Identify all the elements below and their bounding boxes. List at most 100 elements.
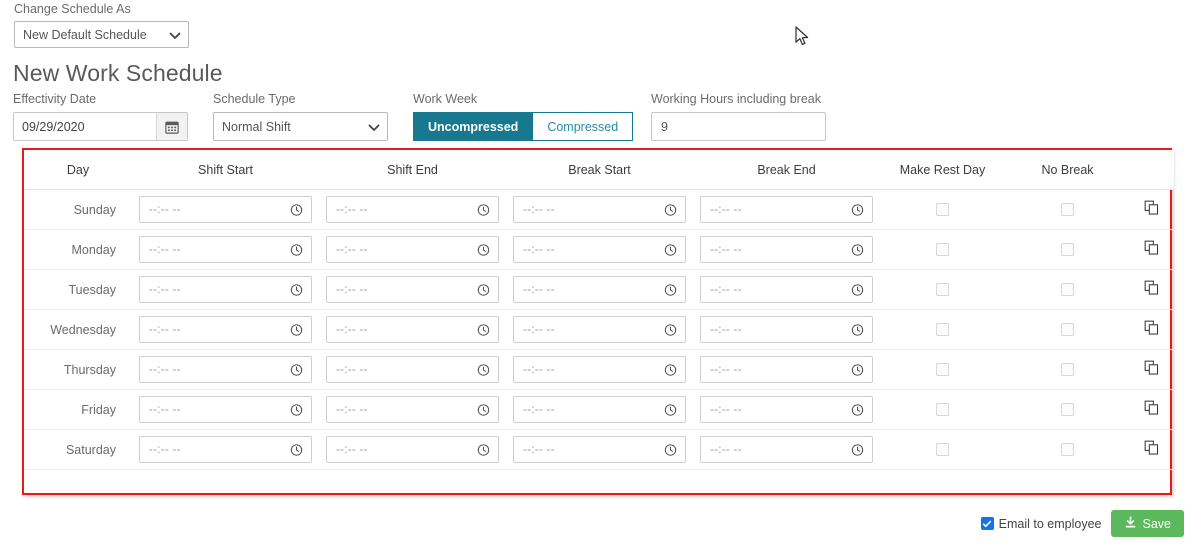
cell-shift-start: --:-- --	[132, 229, 319, 270]
shift-start-input-friday[interactable]: --:-- --	[139, 396, 312, 423]
cell-shift-end: --:-- --	[319, 349, 506, 390]
no-break-checkbox-thursday[interactable]	[1061, 362, 1074, 376]
copy-row-button[interactable]	[1142, 198, 1162, 218]
save-button[interactable]: Save	[1110, 510, 1184, 537]
time-placeholder: --:-- --	[336, 243, 368, 256]
copy-row-button[interactable]	[1142, 358, 1162, 378]
schedule-type-value: Normal Shift	[222, 119, 291, 134]
cell-actions	[1130, 189, 1174, 230]
make-rest-day-checkbox-sunday[interactable]	[936, 202, 949, 216]
shift-start-input-sunday[interactable]: --:-- --	[139, 196, 312, 223]
work-week-toggle: Uncompressed Compressed	[413, 112, 634, 141]
no-break-checkbox-tuesday[interactable]	[1061, 282, 1074, 296]
shift-end-input-friday[interactable]: --:-- --	[326, 396, 499, 423]
break-start-input-monday[interactable]: --:-- --	[513, 236, 686, 263]
break-start-input-friday[interactable]: --:-- --	[513, 396, 686, 423]
time-placeholder: --:-- --	[523, 443, 555, 456]
time-placeholder: --:-- --	[523, 363, 555, 376]
cell-make-rest-day	[880, 429, 1005, 470]
work-week-label: Work Week	[413, 92, 478, 106]
shift-end-input-monday[interactable]: --:-- --	[326, 236, 499, 263]
schedule-table: Day Shift Start Shift End Break Start Br…	[24, 150, 1174, 470]
change-schedule-select[interactable]: New Default Schedule	[14, 21, 189, 48]
cell-break-start: --:-- --	[506, 389, 693, 430]
time-placeholder: --:-- --	[149, 403, 181, 416]
day-label: Tuesday	[24, 269, 132, 310]
work-week-option-compressed[interactable]: Compressed	[533, 112, 634, 141]
time-placeholder: --:-- --	[149, 203, 181, 216]
break-end-input-monday[interactable]: --:-- --	[700, 236, 873, 263]
calendar-icon[interactable]	[156, 113, 187, 140]
break-end-input-friday[interactable]: --:-- --	[700, 396, 873, 423]
cell-make-rest-day	[880, 269, 1005, 310]
break-end-input-wednesday[interactable]: --:-- --	[700, 316, 873, 343]
break-start-input-saturday[interactable]: --:-- --	[513, 436, 686, 463]
work-week-option-uncompressed[interactable]: Uncompressed	[413, 112, 534, 141]
shift-end-input-thursday[interactable]: --:-- --	[326, 356, 499, 383]
schedule-panel: Day Shift Start Shift End Break Start Br…	[22, 148, 1174, 495]
shift-start-input-monday[interactable]: --:-- --	[139, 236, 312, 263]
time-placeholder: --:-- --	[710, 363, 742, 376]
break-start-input-thursday[interactable]: --:-- --	[513, 356, 686, 383]
make-rest-day-checkbox-saturday[interactable]	[936, 442, 949, 456]
make-rest-day-checkbox-monday[interactable]	[936, 242, 949, 256]
shift-end-input-saturday[interactable]: --:-- --	[326, 436, 499, 463]
cell-break-end: --:-- --	[693, 349, 880, 390]
break-start-input-tuesday[interactable]: --:-- --	[513, 276, 686, 303]
cell-no-break	[1005, 269, 1130, 310]
shift-start-input-thursday[interactable]: --:-- --	[139, 356, 312, 383]
time-placeholder: --:-- --	[149, 243, 181, 256]
break-end-input-saturday[interactable]: --:-- --	[700, 436, 873, 463]
table-row: Saturday --:-- -- --:-- -- --:-- -- --:-- --	[24, 429, 1174, 470]
copy-row-button[interactable]	[1142, 318, 1162, 338]
make-rest-day-checkbox-tuesday[interactable]	[936, 282, 949, 296]
shift-end-input-tuesday[interactable]: --:-- --	[326, 276, 499, 303]
shift-start-input-wednesday[interactable]: --:-- --	[139, 316, 312, 343]
make-rest-day-checkbox-thursday[interactable]	[936, 362, 949, 376]
clock-icon	[477, 283, 490, 296]
clock-icon	[664, 403, 677, 416]
break-end-input-thursday[interactable]: --:-- --	[700, 356, 873, 383]
clock-icon	[477, 323, 490, 336]
table-row: Tuesday --:-- -- --:-- -- --:-- -- --:-- --	[24, 269, 1174, 310]
copy-row-button[interactable]	[1142, 278, 1162, 298]
cell-shift-end: --:-- --	[319, 269, 506, 310]
shift-start-input-saturday[interactable]: --:-- --	[139, 436, 312, 463]
make-rest-day-checkbox-friday[interactable]	[936, 402, 949, 416]
make-rest-day-checkbox-wednesday[interactable]	[936, 322, 949, 336]
page-title: New Work Schedule	[13, 60, 223, 86]
no-break-checkbox-sunday[interactable]	[1061, 202, 1074, 216]
copy-row-button[interactable]	[1142, 398, 1162, 418]
download-icon	[1124, 515, 1137, 532]
clock-icon	[477, 243, 490, 256]
no-break-checkbox-wednesday[interactable]	[1061, 322, 1074, 336]
break-start-input-wednesday[interactable]: --:-- --	[513, 316, 686, 343]
copy-row-button[interactable]	[1142, 438, 1162, 458]
no-break-checkbox-saturday[interactable]	[1061, 442, 1074, 456]
no-break-checkbox-monday[interactable]	[1061, 242, 1074, 256]
time-placeholder: --:-- --	[149, 363, 181, 376]
cell-shift-start: --:-- --	[132, 349, 319, 390]
no-break-checkbox-friday[interactable]	[1061, 402, 1074, 416]
time-placeholder: --:-- --	[710, 243, 742, 256]
email-to-employee-checkbox[interactable]	[980, 517, 994, 530]
cell-break-start: --:-- --	[506, 309, 693, 350]
table-row: Thursday --:-- -- --:-- -- --:-- -- --:-- --	[24, 349, 1174, 390]
day-label: Saturday	[24, 429, 132, 470]
shift-end-input-wednesday[interactable]: --:-- --	[326, 316, 499, 343]
cell-shift-end: --:-- --	[319, 309, 506, 350]
shift-end-input-sunday[interactable]: --:-- --	[326, 196, 499, 223]
chevron-down-icon	[169, 29, 181, 40]
break-end-input-sunday[interactable]: --:-- --	[700, 196, 873, 223]
schedule-type-select[interactable]: Normal Shift	[213, 112, 388, 141]
break-end-input-tuesday[interactable]: --:-- --	[700, 276, 873, 303]
clock-icon	[851, 443, 864, 456]
working-hours-input[interactable]	[651, 112, 826, 141]
cell-shift-end: --:-- --	[319, 389, 506, 430]
copy-row-button[interactable]	[1142, 238, 1162, 258]
cell-break-start: --:-- --	[506, 269, 693, 310]
shift-start-input-tuesday[interactable]: --:-- --	[139, 276, 312, 303]
cell-break-end: --:-- --	[693, 269, 880, 310]
effectivity-date-input[interactable]	[14, 113, 156, 140]
break-start-input-sunday[interactable]: --:-- --	[513, 196, 686, 223]
